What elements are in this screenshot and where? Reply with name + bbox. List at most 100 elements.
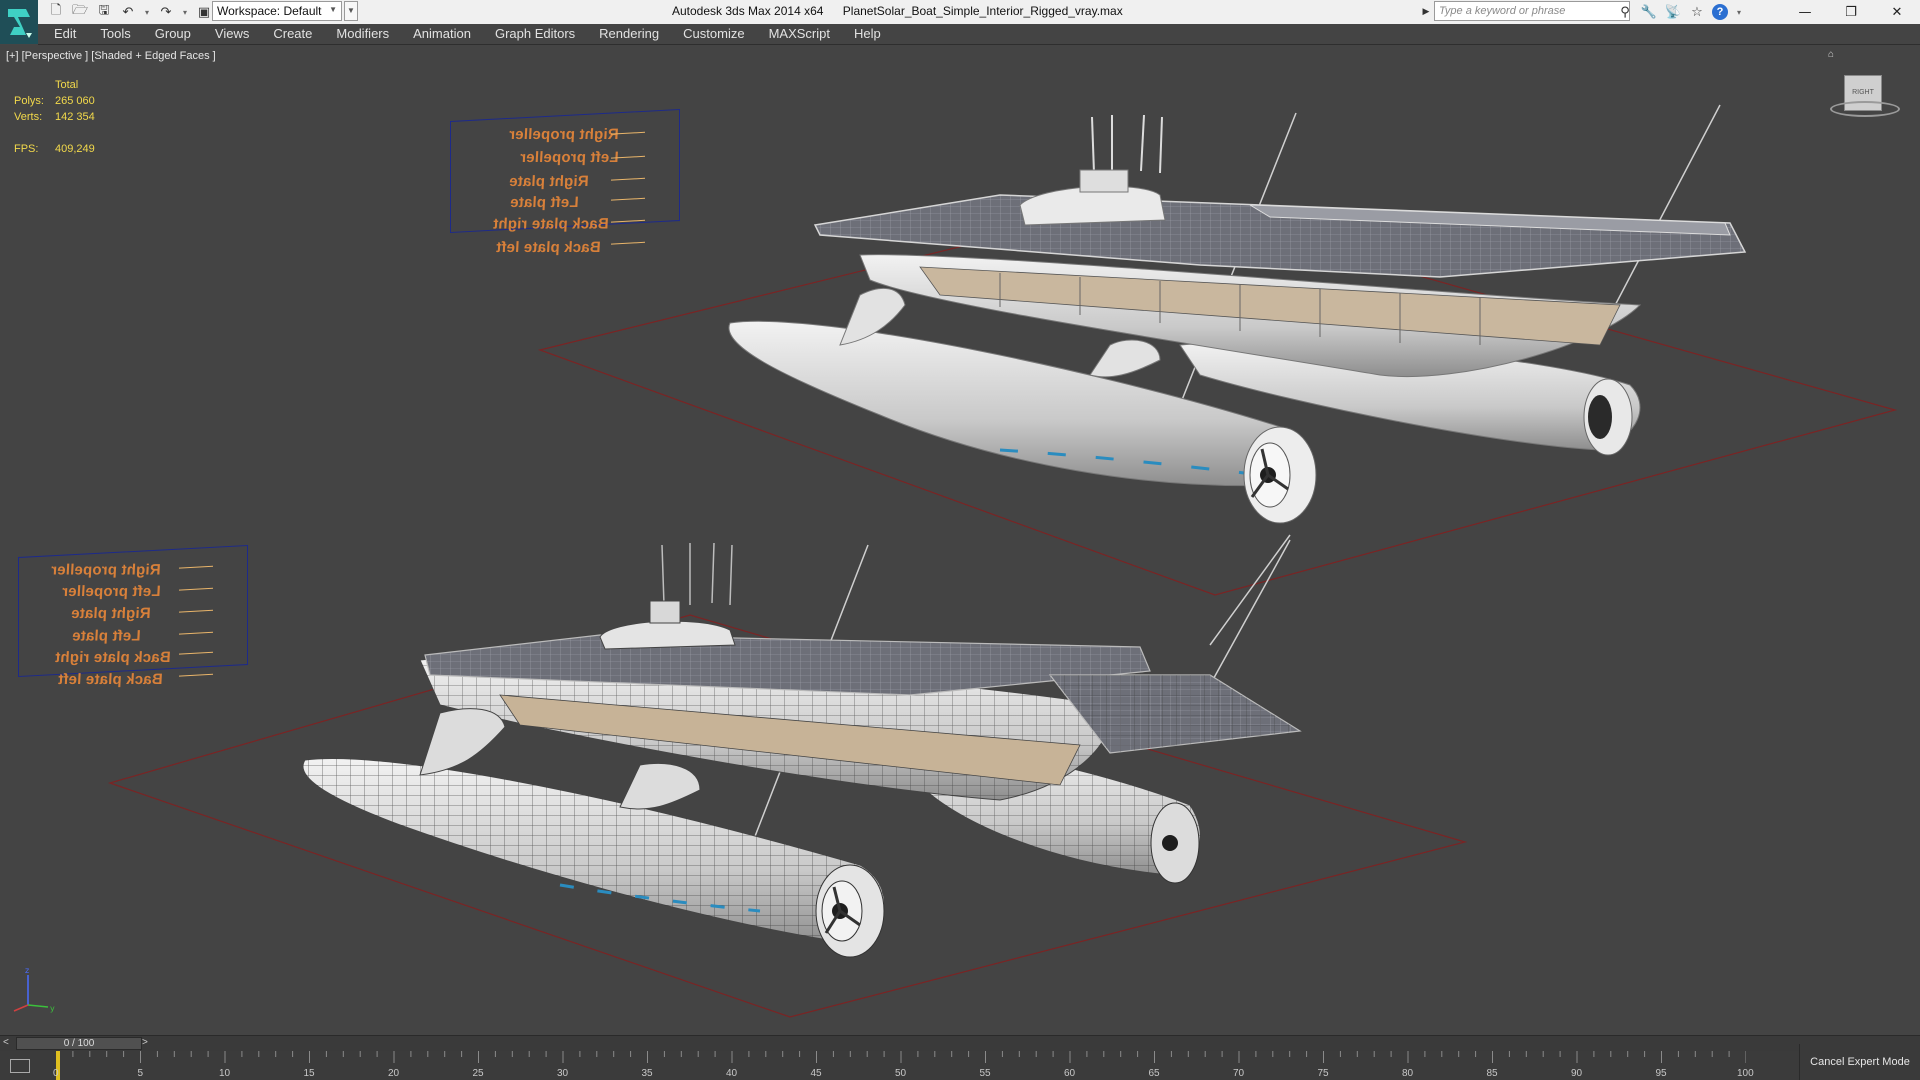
menu-graph-editors[interactable]: Graph Editors <box>483 24 587 44</box>
application-menu-button[interactable] <box>0 0 38 44</box>
timeline-ruler[interactable]: 0 5 10 15 20 25 30 35 40 45 50 55 60 65 70 75 80 85 90 95 10… <box>53 1051 1754 1080</box>
menu-animation[interactable]: Animation <box>401 24 483 44</box>
boat-shaded <box>728 104 1747 646</box>
rig-label-right-plate[interactable]: Right plate <box>71 605 151 622</box>
menu-create[interactable]: Create <box>261 24 324 44</box>
help-dropdown-icon[interactable]: ▾ <box>1734 2 1744 22</box>
menu-group[interactable]: Group <box>143 24 203 44</box>
quick-access-toolbar: 🗋 🗁 🖫 ↶ ▾ ↷ ▾ ▣ <box>46 2 214 22</box>
timeline-tick-label: 5 <box>137 1068 144 1079</box>
help-icon[interactable]: ? <box>1712 4 1728 20</box>
menu-edit[interactable]: Edit <box>38 24 88 44</box>
stats-header: Total <box>55 79 79 91</box>
3dsmax-logo-icon <box>8 9 32 38</box>
timeline-tick-label: 80 <box>1402 1068 1414 1079</box>
svg-text:z: z <box>25 966 29 975</box>
menu-tools[interactable]: Tools <box>88 24 142 44</box>
track-bar[interactable]: 0 5 10 15 20 25 30 35 40 45 50 55 60 65 70 75 80 85 90 95 10… <box>0 1051 1920 1080</box>
timeline-tick-label: 85 <box>1486 1068 1498 1079</box>
previous-frame-button[interactable]: < <box>3 1037 9 1048</box>
timeline-tick-label: 70 <box>1233 1068 1245 1079</box>
restore-icon[interactable]: ❐ <box>1828 0 1874 24</box>
new-file-icon[interactable]: 🗋 <box>46 2 66 22</box>
timeline-tick-label: 0 <box>53 1068 59 1079</box>
timeline-tick-label: 25 <box>472 1068 484 1079</box>
close-icon[interactable]: ✕ <box>1874 0 1920 24</box>
perspective-viewport[interactable]: [+] [Perspective ] [Shaded + Edged Faces… <box>0 45 1920 1035</box>
stats-verts-label: Verts: <box>14 111 43 123</box>
timeline-tick-label: 100 <box>1737 1068 1754 1079</box>
quick-access-customize-button[interactable]: ▼ <box>344 1 358 21</box>
search-collapse-icon[interactable]: ▶ <box>1420 1 1432 21</box>
rig-label-right-propeller[interactable]: Right propeller <box>509 126 619 143</box>
rig-label-right-propeller[interactable]: Right propeller <box>51 561 161 578</box>
timeline-tick-label: 50 <box>895 1068 907 1079</box>
timeline-tick-label: 10 <box>219 1068 231 1079</box>
timeline-tick-label: 55 <box>979 1068 991 1079</box>
menu-rendering[interactable]: Rendering <box>587 24 671 44</box>
chevron-down-icon: ▼ <box>329 5 337 14</box>
timeline-tick-label: 75 <box>1317 1068 1329 1079</box>
menu-modifiers[interactable]: Modifiers <box>324 24 401 44</box>
project-folder-icon[interactable]: ▣ <box>194 2 214 22</box>
scene-render: z y <box>13 104 1898 1018</box>
menu-help[interactable]: Help <box>842 24 893 44</box>
cancel-expert-mode-button[interactable]: Cancel Expert Mode <box>1799 1044 1920 1080</box>
redo-icon[interactable]: ↷ <box>156 2 176 22</box>
viewcube-home-icon[interactable]: ⌂ <box>1828 49 1834 60</box>
subscription-icon[interactable]: 🔧 <box>1640 2 1658 22</box>
save-file-icon[interactable]: 🖫 <box>94 2 114 22</box>
communication-center-icon[interactable]: 📡 <box>1664 2 1682 22</box>
time-slider[interactable]: 0 / 100 <box>16 1037 142 1050</box>
viewcube-compass-ring[interactable] <box>1830 101 1900 117</box>
rig-labels-panel-top[interactable]: Right propeller Left propeller Right pla… <box>450 108 680 256</box>
rig-label-back-plate-left[interactable]: Back plate left <box>496 239 601 256</box>
menu-customize[interactable]: Customize <box>671 24 756 44</box>
timeline-tick-label: 60 <box>1064 1068 1076 1079</box>
workspace-label: Workspace: Default <box>217 4 322 18</box>
menu-views[interactable]: Views <box>203 24 261 44</box>
minimize-icon[interactable]: — <box>1782 0 1828 24</box>
time-slider-bar: < 0 / 100 > <box>0 1035 1920 1052</box>
stats-fps-value: 409,249 <box>55 143 95 155</box>
rig-label-left-propeller[interactable]: Left propeller <box>520 149 619 166</box>
title-bar: 🗋 🗁 🖫 ↶ ▾ ↷ ▾ ▣ Workspace: Default ▼ ▼ A… <box>0 0 1920 44</box>
stats-polys-value: 265 060 <box>55 95 95 107</box>
stats-verts-value: 142 354 <box>55 111 95 123</box>
infocenter-tools: ⚲ 🔧 📡 ☆ ? ▾ <box>1616 2 1744 22</box>
next-frame-button[interactable]: > <box>142 1037 148 1048</box>
axis-tripod-icon: z y <box>13 966 55 1013</box>
rig-label-left-plate[interactable]: Left plate <box>510 194 579 211</box>
rig-label-back-plate-right[interactable]: Back plate right <box>493 216 609 233</box>
rig-label-left-propeller[interactable]: Left propeller <box>62 583 161 600</box>
viewport-label-menu[interactable]: [+] [Perspective ] [Shaded + Edged Faces… <box>6 50 216 62</box>
rig-label-left-plate[interactable]: Left plate <box>72 627 141 644</box>
timeline-tick-label: 45 <box>810 1068 822 1079</box>
svg-text:y: y <box>50 1004 55 1013</box>
undo-dropdown-icon[interactable]: ▾ <box>142 2 152 22</box>
menu-bar: Edit Tools Group Views Create Modifiers … <box>38 24 1920 45</box>
binoculars-icon[interactable]: ⚲ <box>1616 2 1634 22</box>
mini-curve-editor-icon[interactable] <box>10 1059 30 1073</box>
rig-label-back-plate-left[interactable]: Back plate left <box>58 671 163 688</box>
viewcube[interactable]: RIGHT <box>1826 65 1906 145</box>
timeline-tick-label: 15 <box>303 1068 315 1079</box>
timeline-tick-label: 90 <box>1571 1068 1583 1079</box>
open-file-icon[interactable]: 🗁 <box>70 2 90 22</box>
rig-labels-panel-bottom[interactable]: Right propeller Left propeller Right pla… <box>18 544 248 688</box>
timeline-tick-label: 20 <box>388 1068 400 1079</box>
undo-icon[interactable]: ↶ <box>118 2 138 22</box>
rig-label-right-plate[interactable]: Right plate <box>509 173 589 190</box>
viewport-statistics: Total Polys: 265 060 Verts: 142 354 FPS: 40… <box>14 79 135 159</box>
workspace-dropdown[interactable]: Workspace: Default ▼ <box>212 1 342 21</box>
redo-dropdown-icon[interactable]: ▾ <box>180 2 190 22</box>
rig-label-back-plate-right[interactable]: Back plate right <box>55 649 171 666</box>
window-controls: — ❐ ✕ <box>1782 0 1920 24</box>
stats-fps-label: FPS: <box>14 143 39 155</box>
favorites-star-icon[interactable]: ☆ <box>1688 2 1706 22</box>
menu-maxscript[interactable]: MAXScript <box>757 24 842 44</box>
search-input[interactable] <box>1434 1 1630 21</box>
timeline-tick-label: 65 <box>1148 1068 1160 1079</box>
window-title: Autodesk 3ds Max 2014 x64 PlanetSolar_Bo… <box>672 4 1123 18</box>
timeline-tick-label: 30 <box>557 1068 569 1079</box>
